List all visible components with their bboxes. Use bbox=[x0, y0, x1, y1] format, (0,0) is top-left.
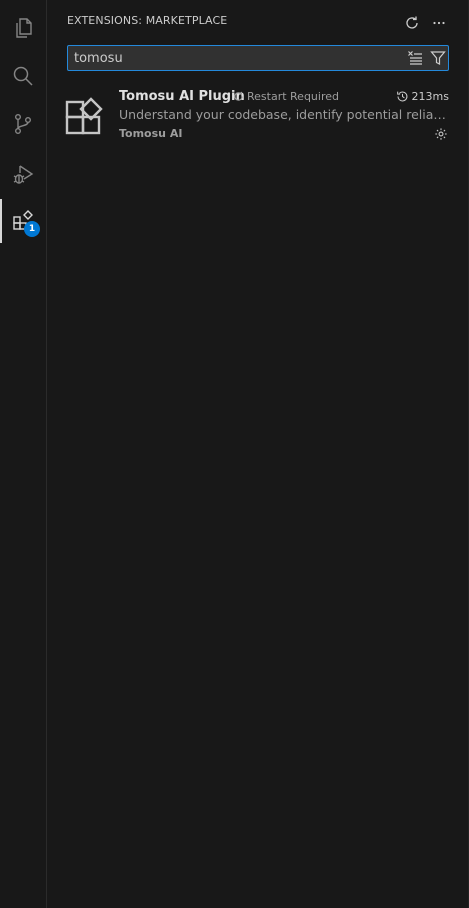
clear-filter-icon bbox=[408, 51, 422, 65]
filter-icon bbox=[430, 51, 446, 65]
ellipsis-icon bbox=[433, 21, 445, 25]
extension-item[interactable]: Tomosu AI Plugin Restart Required 213ms … bbox=[47, 86, 469, 148]
activity-search[interactable] bbox=[0, 52, 46, 100]
extension-name: Tomosu AI Plugin bbox=[119, 89, 245, 104]
run-debug-icon bbox=[13, 165, 34, 184]
activity-run-debug[interactable] bbox=[0, 150, 46, 198]
search-icon bbox=[13, 66, 33, 86]
extension-time-label: 213ms bbox=[411, 90, 449, 103]
extension-activation-time: 213ms bbox=[396, 90, 449, 103]
activity-extensions[interactable]: 1 bbox=[0, 197, 46, 245]
more-actions-button[interactable] bbox=[429, 13, 449, 33]
filter-button[interactable] bbox=[429, 49, 447, 67]
sidebar-title: EXTENSIONS: MARKETPLACE bbox=[67, 14, 228, 27]
history-icon bbox=[396, 91, 408, 102]
extension-search-box bbox=[67, 45, 449, 71]
gear-icon bbox=[435, 128, 447, 140]
extension-publisher: Tomosu AI bbox=[119, 127, 183, 140]
extension-default-icon bbox=[65, 97, 103, 135]
activity-source-control[interactable] bbox=[0, 100, 46, 148]
extension-description: Understand your codebase, identify poten… bbox=[119, 107, 447, 122]
extension-search-input[interactable] bbox=[74, 46, 394, 70]
extension-status: Restart Required bbox=[233, 90, 339, 103]
refresh-button[interactable] bbox=[402, 13, 422, 33]
files-icon bbox=[16, 18, 32, 38]
activity-bar: 1 bbox=[0, 0, 47, 908]
activity-explorer[interactable] bbox=[0, 4, 46, 52]
clear-filter-button[interactable] bbox=[406, 49, 424, 67]
extensions-sidebar: EXTENSIONS: MARKETPLACE To bbox=[47, 0, 469, 908]
refresh-icon bbox=[406, 16, 418, 29]
extension-status-label: Restart Required bbox=[247, 90, 339, 103]
restart-icon bbox=[234, 91, 243, 101]
extensions-badge: 1 bbox=[24, 221, 40, 237]
source-control-icon bbox=[14, 114, 31, 135]
extension-manage-button[interactable] bbox=[433, 126, 449, 142]
